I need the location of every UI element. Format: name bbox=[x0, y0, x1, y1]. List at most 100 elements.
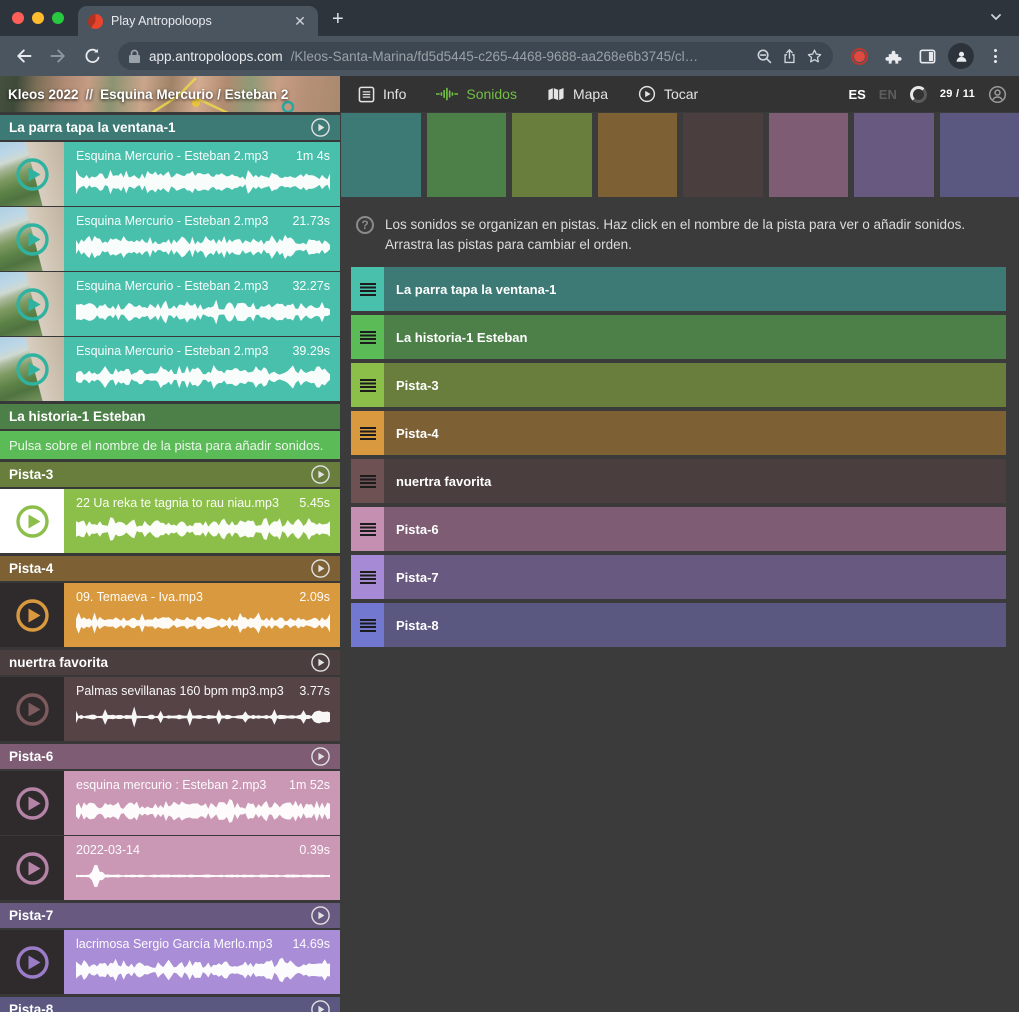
nav-tocar[interactable]: Tocar bbox=[638, 85, 698, 103]
drag-handle[interactable] bbox=[351, 507, 384, 551]
sidebar-track-header[interactable]: Pista-3 bbox=[0, 462, 340, 487]
clip-filename: Esquina Mercurio - Esteban 2.mp3 bbox=[76, 214, 284, 228]
audio-clip[interactable]: Esquina Mercurio - Esteban 2.mp332.27s bbox=[0, 272, 340, 336]
track-row-4[interactable]: Pista-4 bbox=[351, 411, 1006, 455]
profile-avatar[interactable] bbox=[947, 42, 975, 70]
track-play-button[interactable] bbox=[310, 999, 331, 1012]
nav-label: Mapa bbox=[573, 86, 608, 102]
track-play-button[interactable] bbox=[310, 464, 331, 485]
account-icon[interactable] bbox=[988, 85, 1007, 104]
waveform bbox=[76, 169, 330, 195]
lang-en-button[interactable]: EN bbox=[879, 87, 897, 102]
nav-mapa[interactable]: Mapa bbox=[547, 86, 608, 102]
track-row-1[interactable]: La parra tapa la ventana-1 bbox=[351, 267, 1006, 311]
track-name-bar[interactable]: Pista-6 bbox=[384, 507, 1006, 551]
zoom-out-icon[interactable] bbox=[756, 48, 773, 65]
track-play-button[interactable] bbox=[310, 746, 331, 767]
audio-clip[interactable]: Esquina Mercurio - Esteban 2.mp339.29s bbox=[0, 337, 340, 401]
window-close-button[interactable] bbox=[12, 12, 24, 24]
track-swatch-1[interactable] bbox=[341, 113, 421, 197]
clip-play-button[interactable] bbox=[14, 221, 51, 258]
audio-clip[interactable]: Esquina Mercurio - Esteban 2.mp321.73s bbox=[0, 207, 340, 271]
track-name-bar[interactable]: Pista-4 bbox=[384, 411, 1006, 455]
menu-kebab-icon[interactable] bbox=[981, 42, 1009, 70]
track-play-button[interactable] bbox=[310, 652, 331, 673]
track-name-bar[interactable]: La parra tapa la ventana-1 bbox=[384, 267, 1006, 311]
track-row-5[interactable]: nuertra favorita bbox=[351, 459, 1006, 503]
clip-play-button[interactable] bbox=[14, 286, 51, 323]
clip-play-button[interactable] bbox=[14, 597, 51, 634]
drag-handle[interactable] bbox=[351, 363, 384, 407]
drag-handle[interactable] bbox=[351, 315, 384, 359]
drag-handle[interactable] bbox=[351, 411, 384, 455]
sidebar-track-header[interactable]: La historia-1 Esteban bbox=[0, 404, 340, 429]
audio-clip[interactable]: Esquina Mercurio - Esteban 2.mp31m 4s bbox=[0, 142, 340, 206]
reload-button[interactable] bbox=[78, 42, 106, 70]
bookmark-star-icon[interactable] bbox=[806, 48, 823, 65]
new-tab-button[interactable]: + bbox=[318, 6, 344, 36]
track-name-bar[interactable]: Pista-3 bbox=[384, 363, 1006, 407]
sidebar-track-header[interactable]: La parra tapa la ventana-1 bbox=[0, 115, 340, 140]
record-extension-icon[interactable] bbox=[845, 42, 873, 70]
track-name-bar[interactable]: Pista-7 bbox=[384, 555, 1006, 599]
track-swatch-8[interactable] bbox=[940, 113, 1019, 197]
sounds-panel: ? Los sonidos se organizan en pistas. Ha… bbox=[341, 112, 1019, 1012]
clip-play-button[interactable] bbox=[14, 850, 51, 887]
audio-clip[interactable]: esquina mercurio : Esteban 2.mp31m 52s bbox=[0, 771, 340, 835]
track-swatch-4[interactable] bbox=[598, 113, 678, 197]
track-swatch-2[interactable] bbox=[427, 113, 507, 197]
back-button[interactable] bbox=[10, 42, 38, 70]
track-name-bar[interactable]: La historia-1 Esteban bbox=[384, 315, 1006, 359]
clip-play-button[interactable] bbox=[14, 691, 51, 728]
sidebar-track-header[interactable]: Pista-4 bbox=[0, 556, 340, 581]
browser-tab[interactable]: Play Antropoloops ✕ bbox=[78, 6, 318, 36]
clip-play-button[interactable] bbox=[14, 944, 51, 981]
forward-button[interactable] bbox=[44, 42, 72, 70]
breadcrumb[interactable]: Kleos 2022 // Esquina Mercurio / Esteban… bbox=[0, 76, 340, 112]
clip-play-button[interactable] bbox=[14, 503, 51, 540]
window-minimize-button[interactable] bbox=[32, 12, 44, 24]
share-icon[interactable] bbox=[781, 48, 798, 65]
sidebar-track-header[interactable]: Pista-8 bbox=[0, 997, 340, 1012]
drag-handle[interactable] bbox=[351, 555, 384, 599]
track-row-8[interactable]: Pista-8 bbox=[351, 603, 1006, 647]
sidebar-track-header[interactable]: Pista-6 bbox=[0, 744, 340, 769]
audio-clip[interactable]: 2022-03-140.39s bbox=[0, 836, 340, 900]
clip-play-button[interactable] bbox=[14, 156, 51, 193]
nav-sonidos[interactable]: Sonidos bbox=[436, 86, 517, 102]
drag-handle[interactable] bbox=[351, 603, 384, 647]
drag-handle[interactable] bbox=[351, 267, 384, 311]
audio-clip[interactable]: 22 Ua reka te tagnia to rau niau.mp35.45… bbox=[0, 489, 340, 553]
address-bar[interactable]: app.antropoloops.com/Kleos-Santa-Marina/… bbox=[118, 42, 833, 70]
audio-clip[interactable]: lacrimosa Sergio García Merlo.mp314.69s bbox=[0, 930, 340, 994]
audio-clip[interactable]: 09. Temaeva - Iva.mp32.09s bbox=[0, 583, 340, 647]
track-play-button[interactable] bbox=[310, 905, 331, 926]
clip-play-button[interactable] bbox=[14, 785, 51, 822]
track-row-2[interactable]: La historia-1 Esteban bbox=[351, 315, 1006, 359]
track-name-bar[interactable]: nuertra favorita bbox=[384, 459, 1006, 503]
track-swatch-5[interactable] bbox=[683, 113, 763, 197]
drag-handle[interactable] bbox=[351, 459, 384, 503]
waveform bbox=[76, 234, 330, 260]
track-swatch-7[interactable] bbox=[854, 113, 934, 197]
lang-es-button[interactable]: ES bbox=[848, 87, 865, 102]
track-swatch-6[interactable] bbox=[769, 113, 849, 197]
track-row-6[interactable]: Pista-6 bbox=[351, 507, 1006, 551]
tab-close-icon[interactable]: ✕ bbox=[292, 13, 308, 30]
nav-label: Tocar bbox=[664, 86, 698, 102]
track-swatch-3[interactable] bbox=[512, 113, 592, 197]
track-play-button[interactable] bbox=[310, 117, 331, 138]
track-name-bar[interactable]: Pista-8 bbox=[384, 603, 1006, 647]
side-panel-icon[interactable] bbox=[913, 42, 941, 70]
track-row-3[interactable]: Pista-3 bbox=[351, 363, 1006, 407]
nav-info[interactable]: Info bbox=[358, 86, 406, 103]
audio-clip[interactable]: Palmas sevillanas 160 bpm mp3.mp33.77s bbox=[0, 677, 340, 741]
window-zoom-button[interactable] bbox=[52, 12, 64, 24]
sidebar-track-header[interactable]: nuertra favorita bbox=[0, 650, 340, 675]
sidebar-track-header[interactable]: Pista-7 bbox=[0, 903, 340, 928]
clip-play-button[interactable] bbox=[14, 351, 51, 388]
tab-search-chevron-icon[interactable] bbox=[989, 10, 1003, 29]
track-play-button[interactable] bbox=[310, 558, 331, 579]
track-row-7[interactable]: Pista-7 bbox=[351, 555, 1006, 599]
extensions-puzzle-icon[interactable] bbox=[879, 42, 907, 70]
